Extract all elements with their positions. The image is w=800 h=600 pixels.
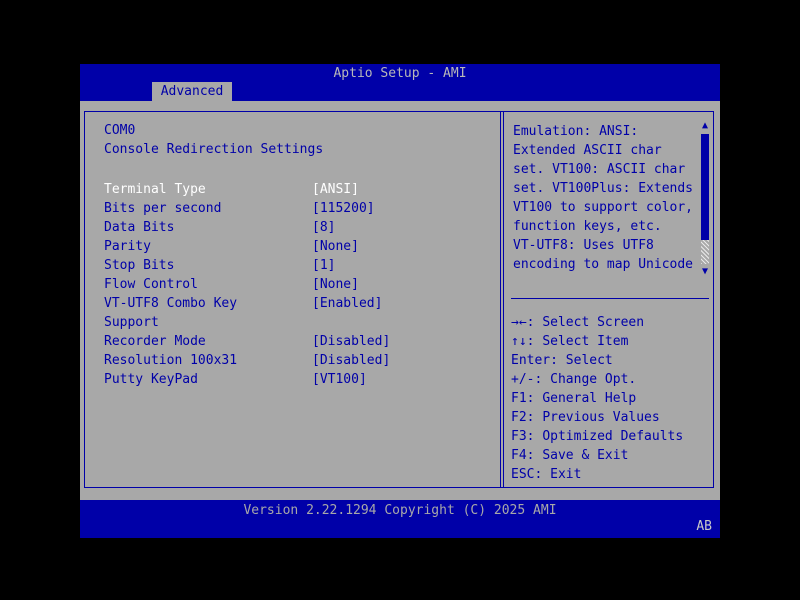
- title-bar: Aptio Setup - AMI Advanced: [80, 64, 720, 101]
- setting-label: Putty KeyPad: [104, 372, 198, 387]
- setting-value: [115200]: [312, 199, 375, 218]
- hotkey-separator: :: [550, 353, 566, 368]
- hotkey-key: ↑↓: [511, 334, 527, 349]
- hotkey-action: General Help: [542, 391, 636, 406]
- setting-row[interactable]: Resolution 100x31 [Disabled]: [104, 351, 494, 370]
- hotkey-separator: :: [527, 448, 543, 463]
- corner-tag: AB: [696, 519, 712, 534]
- help-text-line: VT100 to support color,: [513, 198, 699, 217]
- setting-value: [VT100]: [312, 370, 367, 389]
- scrollbar-thumb[interactable]: [701, 134, 709, 240]
- help-scrollbar[interactable]: ▲ ▼: [700, 120, 710, 278]
- device-label: COM0: [104, 121, 323, 140]
- setting-value: [None]: [312, 275, 359, 294]
- page-title: Aptio Setup - AMI: [80, 66, 720, 81]
- setting-row[interactable]: Putty KeyPad [VT100]: [104, 370, 494, 389]
- setting-value: [ANSI]: [312, 180, 359, 199]
- setting-label: VT-UTF8 Combo Key: [104, 296, 237, 311]
- hotkey-separator: :: [534, 467, 550, 482]
- hotkey-row: ↑↓: Select Item: [511, 332, 683, 351]
- setting-label: Flow Control: [104, 277, 198, 292]
- hotkey-key: F3: [511, 429, 527, 444]
- hotkey-row: F2: Previous Values: [511, 408, 683, 427]
- hotkey-row: +/-: Change Opt.: [511, 370, 683, 389]
- setting-value: [None]: [312, 237, 359, 256]
- version-text: Version 2.22.1294 Copyright (C) 2025 AMI: [80, 503, 720, 518]
- setting-label: Bits per second: [104, 201, 221, 216]
- setting-label: Support: [104, 315, 159, 330]
- section-title: Console Redirection Settings: [104, 140, 323, 159]
- hotkey-row: F3: Optimized Defaults: [511, 427, 683, 446]
- section-heading: COM0Console Redirection Settings: [104, 121, 323, 159]
- setting-row[interactable]: VT-UTF8 Combo Key [Enabled]: [104, 294, 494, 313]
- setting-row[interactable]: Data Bits [8]: [104, 218, 494, 237]
- hotkey-row: ESC: Exit: [511, 465, 683, 484]
- help-keys-divider: [511, 298, 709, 299]
- hotkey-legend: →←: Select Screen ↑↓: Select Item Enter:…: [511, 313, 683, 484]
- help-text-line: set. VT100Plus: Extends: [513, 179, 699, 198]
- help-text-line: Emulation: ANSI:: [513, 122, 699, 141]
- settings-list: Terminal Type [ANSI] Bits per second [1152…: [104, 180, 494, 389]
- help-text-line: set. VT100: ASCII char: [513, 160, 699, 179]
- setting-row[interactable]: Terminal Type [ANSI]: [104, 180, 494, 199]
- hotkey-separator: :: [527, 391, 543, 406]
- setting-row[interactable]: Parity [None]: [104, 237, 494, 256]
- hotkey-row: Enter: Select: [511, 351, 683, 370]
- hotkey-action: Select Screen: [542, 315, 644, 330]
- hotkey-key: →←: [511, 315, 527, 330]
- setting-row[interactable]: Recorder Mode [Disabled]: [104, 332, 494, 351]
- scrollbar-hatch: [701, 240, 709, 264]
- setting-label: Recorder Mode: [104, 334, 206, 349]
- main-body: COM0Console Redirection Settings Termina…: [80, 101, 720, 500]
- setting-label: Stop Bits: [104, 258, 174, 273]
- hotkey-action: Previous Values: [542, 410, 659, 425]
- hotkey-separator: :: [534, 372, 550, 387]
- hotkey-action: Exit: [550, 467, 581, 482]
- hotkey-row: →←: Select Screen: [511, 313, 683, 332]
- setting-value: [Enabled]: [312, 294, 382, 313]
- setting-value: [Disabled]: [312, 351, 390, 370]
- hotkey-action: Optimized Defaults: [542, 429, 683, 444]
- help-text-line: Extended ASCII char: [513, 141, 699, 160]
- help-text-line: VT-UTF8: Uses UTF8: [513, 236, 699, 255]
- setting-label: Parity: [104, 239, 151, 254]
- help-text-line: encoding to map Unicode: [513, 255, 699, 274]
- hotkey-separator: :: [527, 410, 543, 425]
- setting-label: Resolution 100x31: [104, 353, 237, 368]
- hotkey-row: F4: Save & Exit: [511, 446, 683, 465]
- panel-divider: [500, 112, 504, 487]
- setting-label: Terminal Type: [104, 182, 206, 197]
- help-text: Emulation: ANSI: Extended ASCII char set…: [513, 122, 699, 274]
- help-text-line: function keys, etc.: [513, 217, 699, 236]
- hotkey-key: ESC: [511, 467, 534, 482]
- setting-row[interactable]: Stop Bits [1]: [104, 256, 494, 275]
- footer-bar: Version 2.22.1294 Copyright (C) 2025 AMI…: [80, 500, 720, 538]
- scroll-up-icon[interactable]: ▲: [700, 120, 710, 132]
- setting-row[interactable]: Support: [104, 313, 494, 332]
- hotkey-key: Enter: [511, 353, 550, 368]
- hotkey-action: Select: [566, 353, 613, 368]
- scrollbar-track[interactable]: [700, 132, 710, 266]
- hotkey-key: F4: [511, 448, 527, 463]
- hotkey-action: Save & Exit: [542, 448, 628, 463]
- setting-value: [1]: [312, 256, 335, 275]
- scroll-down-icon[interactable]: ▼: [700, 266, 710, 278]
- hotkey-key: F2: [511, 410, 527, 425]
- hotkey-action: Change Opt.: [550, 372, 636, 387]
- tab-advanced[interactable]: Advanced: [152, 82, 232, 101]
- setting-value: [8]: [312, 218, 335, 237]
- setting-label: Data Bits: [104, 220, 174, 235]
- setting-value: [Disabled]: [312, 332, 390, 351]
- hotkey-separator: :: [527, 334, 543, 349]
- hotkey-separator: :: [527, 315, 543, 330]
- hotkey-key: F1: [511, 391, 527, 406]
- setting-row[interactable]: Flow Control [None]: [104, 275, 494, 294]
- bios-setup-screen: Aptio Setup - AMI Advanced COM0Console R…: [0, 0, 800, 600]
- hotkey-key: +/-: [511, 372, 534, 387]
- setting-row[interactable]: Bits per second [115200]: [104, 199, 494, 218]
- hotkey-row: F1: General Help: [511, 389, 683, 408]
- hotkey-action: Select Item: [542, 334, 628, 349]
- hotkey-separator: :: [527, 429, 543, 444]
